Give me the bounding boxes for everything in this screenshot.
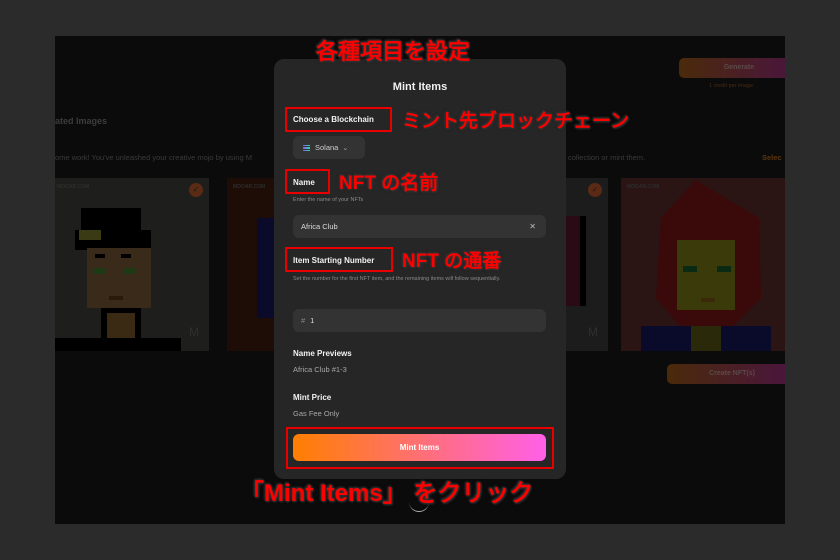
mint-price-value: Gas Fee Only <box>293 409 340 418</box>
annotation-bottom: 「Mint Items」 をクリック <box>240 480 534 507</box>
name-value: Africa Club <box>301 222 338 231</box>
mint-price-label: Mint Price <box>293 393 332 402</box>
blockchain-selected: Solana <box>315 143 339 152</box>
highlight-blockchain <box>285 107 392 132</box>
mooar-logo-icon: M <box>189 325 199 339</box>
start-number-input[interactable]: #1 <box>293 309 546 332</box>
annotation-number: NFT の通番 <box>402 251 502 272</box>
name-input[interactable]: Africa Club ✕ <box>293 215 546 238</box>
name-previews-label: Name Previews <box>293 349 352 358</box>
start-number-help: Set the number for the first NFT item, a… <box>293 276 501 282</box>
start-number-value: 1 <box>310 316 315 325</box>
image-card[interactable]: MOOAR.COM ✓ M <box>55 178 209 351</box>
name-help: Enter the name of your NFTs <box>293 197 364 203</box>
screenshot-stage: ated Images ome work! You've unleashed y… <box>0 0 840 560</box>
close-icon[interactable]: ✕ <box>529 215 536 238</box>
annotation-top: 各種項目を設定 <box>316 39 471 64</box>
pixel-portrait-woman <box>641 180 771 351</box>
highlight-name <box>285 169 330 194</box>
annotation-name: NFT の名前 <box>339 173 439 194</box>
annotation-blockchain: ミント先ブロックチェーン <box>402 111 630 132</box>
create-nft-button[interactable]: Create NFT(s) <box>667 364 785 384</box>
name-previews-value: Africa Club #1-3 <box>293 365 347 374</box>
select-link[interactable]: Selec <box>762 153 782 162</box>
watermark: MOOAR.COM <box>233 184 266 190</box>
section-title: ated Images <box>55 116 108 126</box>
mooar-logo-icon: M <box>588 325 598 339</box>
modal-title: Mint Items <box>392 81 448 93</box>
chevron-down-icon: ⌄ <box>342 145 349 152</box>
generate-button[interactable]: Generate <box>679 58 785 78</box>
highlight-mint-button <box>286 427 554 469</box>
pixel-art-fragment <box>257 218 275 318</box>
checkmark-icon[interactable]: ✓ <box>588 183 602 197</box>
image-card[interactable]: MOOAR.COM <box>227 178 275 351</box>
credit-note: 1 credit per image <box>709 83 754 89</box>
solana-logo-icon <box>303 144 310 152</box>
section-description-right: collection or mint them. <box>568 153 646 162</box>
hash-prefix: # <box>301 316 306 325</box>
section-description: ome work! You've unleashed your creative… <box>55 153 252 162</box>
image-card[interactable]: ✓ M <box>566 178 608 351</box>
image-card[interactable]: MOOAR.COM <box>621 178 785 351</box>
pixel-art-fragment <box>566 216 586 306</box>
highlight-start-number <box>285 247 393 272</box>
blockchain-select[interactable]: Solana ⌄ <box>293 136 365 159</box>
